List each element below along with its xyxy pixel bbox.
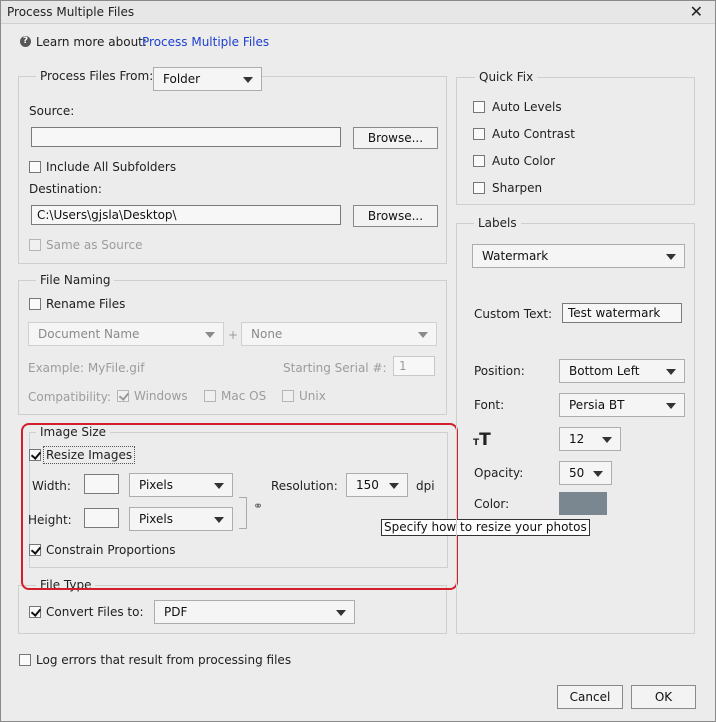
chevron-down-icon [666,369,676,375]
process-from-dropdown[interactable]: Folder [153,67,262,91]
cancel-button[interactable]: Cancel [557,685,623,709]
process-multiple-files-dialog: Process Multiple Files ✕ ? Learn more ab… [0,0,716,722]
auto-color-label: Auto Color [492,154,556,168]
color-label: Color: [474,497,510,511]
plus-sign: + [228,328,239,342]
unix-checkbox[interactable] [282,390,294,402]
auto-contrast-label: Auto Contrast [492,127,575,141]
starting-serial-input[interactable]: 1 [393,356,435,376]
name-pattern-value: Document Name [38,327,140,341]
macos-checkbox[interactable] [204,390,216,402]
learn-more-label: Learn more about: [36,35,147,49]
position-value: Bottom Left [569,364,640,378]
font-dropdown[interactable]: Persia BT [559,393,685,417]
unix-label: Unix [299,389,326,403]
windows-checkbox[interactable] [117,390,129,402]
auto-contrast-checkbox[interactable] [473,128,485,140]
source-label: Source: [29,104,75,118]
custom-text-label: Custom Text: [474,307,553,321]
destination-input[interactable]: C:\Users\gjsla\Desktop\ [31,205,341,225]
help-icon: ? [20,36,31,47]
opacity-dropdown[interactable]: 50 [559,461,612,485]
quick-fix-legend: Quick Fix [475,70,538,84]
sharpen-label: Sharpen [492,181,543,195]
rename-files-checkbox[interactable] [29,298,41,310]
font-size-icon: TT [473,430,491,450]
learn-more-link[interactable]: Process Multiple Files [142,35,269,49]
chevron-down-icon [602,437,612,443]
close-icon[interactable]: ✕ [690,2,703,21]
auto-levels-checkbox[interactable] [473,101,485,113]
destination-label: Destination: [29,182,102,196]
file-naming-legend: File Naming [36,273,115,287]
auto-levels-label: Auto Levels [492,100,562,114]
custom-text-input[interactable]: Test watermark [562,303,682,323]
process-from-value: Folder [163,72,201,86]
opacity-label: Opacity: [474,466,524,480]
example-filename: Example: MyFile.gif [28,361,145,375]
same-as-source-checkbox[interactable] [29,239,41,251]
source-browse-button[interactable]: Browse... [353,127,438,149]
font-value: Persia BT [569,398,625,412]
chevron-down-icon [243,77,253,83]
label-type-value: Watermark [482,249,549,263]
convert-format-value: PDF [164,605,188,619]
image-size-highlight [21,423,458,590]
chevron-down-icon [418,332,428,338]
labels-legend: Labels [474,216,521,230]
opacity-value: 50 [569,466,585,480]
chevron-down-icon [336,610,346,616]
macos-label: Mac OS [221,389,267,403]
include-subfolders-label: Include All Subfolders [46,160,177,174]
log-errors-label: Log errors that result from processing f… [36,653,292,667]
label-type-dropdown[interactable]: Watermark [472,244,685,268]
color-swatch[interactable] [559,492,607,515]
rename-files-label: Rename Files [46,297,126,311]
windows-label: Windows [134,389,188,403]
name-pattern-dropdown[interactable]: Document Name [28,322,224,346]
position-dropdown[interactable]: Bottom Left [559,359,685,383]
font-size-value: 12 [569,432,585,446]
same-as-source-label: Same as Source [46,238,143,252]
font-size-dropdown[interactable]: 12 [559,427,621,451]
window-title: Process Multiple Files [7,5,135,19]
name-suffix-dropdown[interactable]: None [241,322,437,346]
chevron-down-icon [205,332,215,338]
sharpen-checkbox[interactable] [473,182,485,194]
convert-files-checkbox[interactable] [29,606,41,618]
font-label: Font: [474,398,505,412]
auto-color-checkbox[interactable] [473,155,485,167]
chevron-down-icon [666,254,676,260]
title-bar: Process Multiple Files ✕ [1,1,715,24]
name-suffix-value: None [251,327,283,341]
convert-files-label: Convert Files to: [46,605,144,619]
starting-serial-label: Starting Serial #: [283,361,387,375]
convert-format-dropdown[interactable]: PDF [154,600,355,624]
compatibility-label: Compatibility: [28,390,112,404]
chevron-down-icon [666,403,676,409]
log-errors-checkbox[interactable] [19,654,31,666]
source-input[interactable] [31,127,341,147]
include-subfolders-checkbox[interactable] [29,161,41,173]
process-files-from-legend: Process Files From: [36,69,158,83]
position-label: Position: [474,364,525,378]
destination-browse-button[interactable]: Browse... [353,205,438,227]
chevron-down-icon [593,471,603,477]
ok-button[interactable]: OK [631,685,696,709]
